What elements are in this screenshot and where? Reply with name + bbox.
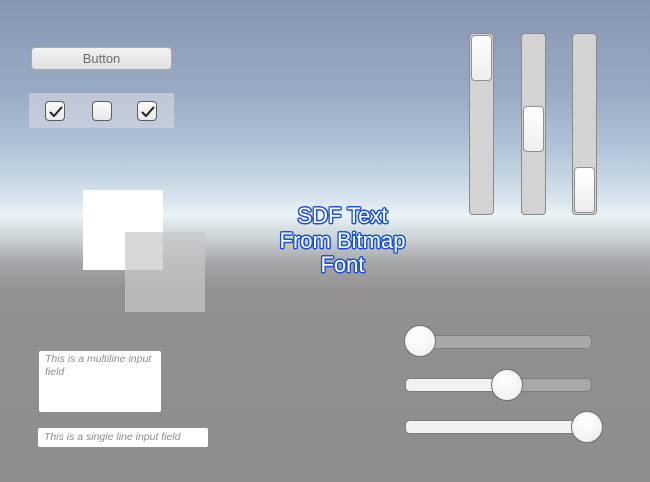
checkmark-icon — [49, 106, 63, 117]
scrollbar-handle[interactable] — [471, 35, 492, 81]
slider-knob[interactable] — [571, 411, 603, 443]
scrollbar-handle[interactable] — [523, 106, 544, 152]
toggle-group — [29, 93, 174, 128]
slider-knob[interactable] — [404, 325, 436, 357]
single-line-input-field[interactable]: This is a single line input field — [37, 427, 209, 448]
sdf-text: SDF Text From Bitmap Font — [230, 203, 455, 278]
button[interactable]: Button — [31, 47, 172, 70]
scrollbar-2[interactable] — [521, 33, 546, 215]
sdf-text-line-1: SDF Text — [297, 203, 388, 228]
scrollbar-1[interactable] — [469, 33, 494, 215]
checkmark-icon — [141, 106, 155, 117]
toggle-1[interactable] — [45, 101, 65, 121]
sdf-text-line-2: From Bitmap — [279, 227, 406, 253]
slider-3[interactable] — [405, 420, 592, 434]
scrollbar-3[interactable] — [572, 33, 597, 215]
translucent-image — [125, 232, 205, 312]
scrollbar-handle[interactable] — [574, 167, 595, 213]
toggle-2[interactable] — [92, 101, 112, 121]
multiline-input-field[interactable]: This is a multiline input field — [38, 350, 162, 413]
slider-fill — [406, 421, 591, 433]
slider-knob[interactable] — [491, 369, 523, 401]
sdf-text-line-3: Font — [320, 252, 365, 277]
multiline-placeholder: This is a multiline input field — [45, 353, 152, 378]
single-line-placeholder: This is a single line input field — [44, 431, 181, 443]
toggle-3[interactable] — [137, 101, 157, 121]
